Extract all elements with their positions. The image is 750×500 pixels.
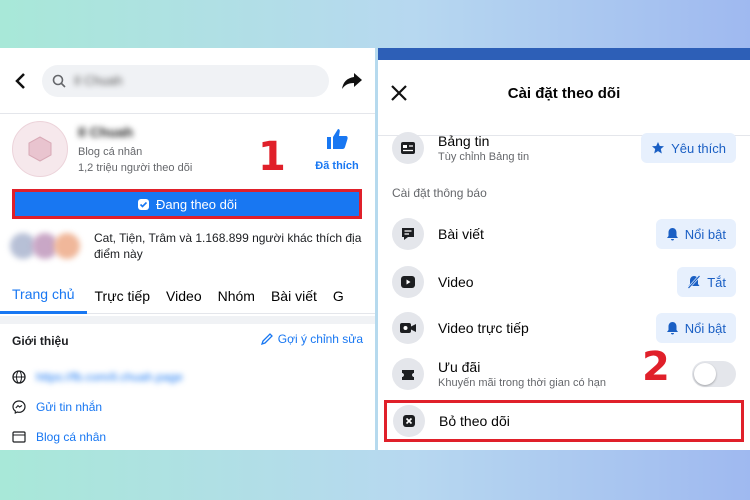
video-off-button[interactable]: Tắt — [677, 267, 736, 297]
star-icon — [652, 142, 665, 154]
news-feed-subtitle: Tùy chỉnh Bảng tin — [438, 151, 530, 163]
friend-avatars — [10, 231, 88, 261]
live-video-title: Video trực tiếp — [438, 320, 529, 336]
unfollow-button[interactable]: Bỏ theo dõi — [384, 400, 744, 442]
like-button[interactable]: Đã thích — [311, 127, 363, 172]
bell-icon — [666, 322, 678, 335]
step-1-marker: 1 — [258, 134, 286, 180]
thumbs-up-icon — [327, 128, 348, 149]
video-row[interactable]: Video Tắt — [392, 262, 736, 302]
posts-row[interactable]: Bài viết Nổi bật — [392, 214, 736, 254]
favorites-button[interactable]: Yêu thích — [641, 133, 736, 163]
page-tabs: Trang chủ Trực tiếp Video Nhóm Bài viết … — [0, 278, 375, 314]
send-message-link[interactable]: Gửi tin nhắn — [36, 400, 102, 414]
profile-header: Il Chuah Blog cá nhân 1,2 triệu người th… — [0, 114, 375, 184]
message-row[interactable]: Gửi tin nhắn — [12, 400, 102, 414]
search-icon — [52, 74, 66, 88]
offers-row[interactable]: Ưu đãi Khuyến mãi trong thời gian có hạn — [392, 354, 736, 394]
background-sheet — [378, 48, 750, 60]
posts-highlights-button[interactable]: Nổi bật — [655, 219, 736, 249]
intro-title: Giới thiệu — [12, 334, 69, 348]
tab-posts[interactable]: Bài viết — [263, 288, 325, 304]
top-bar: Il Chuah — [0, 48, 375, 114]
category-link[interactable]: Blog cá nhân — [36, 430, 106, 444]
section-divider — [0, 316, 375, 324]
friends-liked-text: Cat, Tiện, Trâm và 1.168.899 người khác … — [94, 231, 362, 261]
news-feed-title: Bảng tin — [438, 133, 490, 149]
website-link[interactable]: https://fb.com/il.chuah.page — [36, 370, 183, 384]
page-info-icon — [12, 431, 26, 443]
avatar[interactable] — [12, 121, 68, 177]
video-title: Video — [438, 274, 474, 290]
settings-header: Cài đặt theo dõi — [378, 48, 750, 136]
posts-icon — [392, 218, 424, 250]
live-video-row[interactable]: Video trực tiếp Nổi bật — [392, 308, 736, 348]
suggest-edit-label: Gợi ý chỉnh sửa — [277, 332, 363, 346]
notification-section-title: Cài đặt thông báo — [392, 186, 487, 200]
following-button-label: Đang theo dõi — [156, 196, 237, 212]
page-profile-screen: Il Chuah Il Chuah Blog cá nhân 1,2 triệu… — [0, 48, 375, 450]
live-video-button-label: Nổi bật — [684, 320, 726, 336]
bell-off-icon — [687, 275, 701, 289]
tab-live[interactable]: Trực tiếp — [87, 288, 159, 304]
news-feed-row[interactable]: Bảng tin Tùy chỉnh Bảng tin Yêu thích — [392, 128, 736, 168]
suggest-edit-link[interactable]: Gợi ý chỉnh sửa — [260, 332, 363, 346]
follow-settings-screen: Cài đặt theo dõi Bảng tin Tùy chỉnh Bảng… — [378, 48, 750, 450]
news-feed-icon — [392, 132, 424, 164]
tab-video[interactable]: Video — [158, 288, 210, 304]
like-label: Đã thích — [315, 159, 359, 172]
search-input[interactable]: Il Chuah — [42, 64, 329, 97]
search-text: Il Chuah — [74, 73, 123, 88]
tab-groups[interactable]: Nhóm — [210, 288, 263, 304]
friends-liked-row[interactable]: Cat, Tiện, Trâm và 1.168.899 người khác … — [10, 230, 370, 262]
settings-title: Cài đặt theo dõi — [507, 85, 621, 102]
following-button[interactable]: Đang theo dõi — [12, 189, 362, 219]
offers-subtitle: Khuyến mãi trong thời gian có hạn — [438, 377, 607, 389]
unfollow-label: Bỏ theo dõi — [439, 413, 510, 429]
video-icon — [392, 266, 424, 298]
offers-icon — [392, 358, 424, 390]
check-badge-icon — [138, 198, 150, 210]
share-arrow-icon[interactable] — [341, 71, 363, 91]
live-video-icon — [392, 312, 424, 344]
back-arrow-icon[interactable] — [12, 72, 30, 90]
tab-more[interactable]: G — [325, 288, 352, 304]
website-row[interactable]: https://fb.com/il.chuah.page — [12, 370, 183, 384]
unfollow-icon — [393, 405, 425, 437]
globe-icon — [12, 370, 26, 384]
live-video-highlights-button[interactable]: Nổi bật — [655, 313, 736, 343]
offers-title: Ưu đãi — [438, 359, 481, 375]
category-row[interactable]: Blog cá nhân — [12, 430, 106, 444]
messenger-icon — [12, 400, 26, 414]
offers-toggle[interactable] — [692, 361, 736, 387]
tab-home[interactable]: Trang chủ — [0, 278, 87, 314]
posts-button-label: Nổi bật — [684, 226, 726, 242]
posts-title: Bài viết — [438, 226, 484, 242]
video-button-label: Tắt — [707, 274, 726, 290]
favorites-button-label: Yêu thích — [671, 140, 726, 156]
step-2-marker: 2 — [642, 344, 670, 390]
bell-icon — [666, 228, 678, 241]
pencil-icon — [260, 333, 273, 346]
